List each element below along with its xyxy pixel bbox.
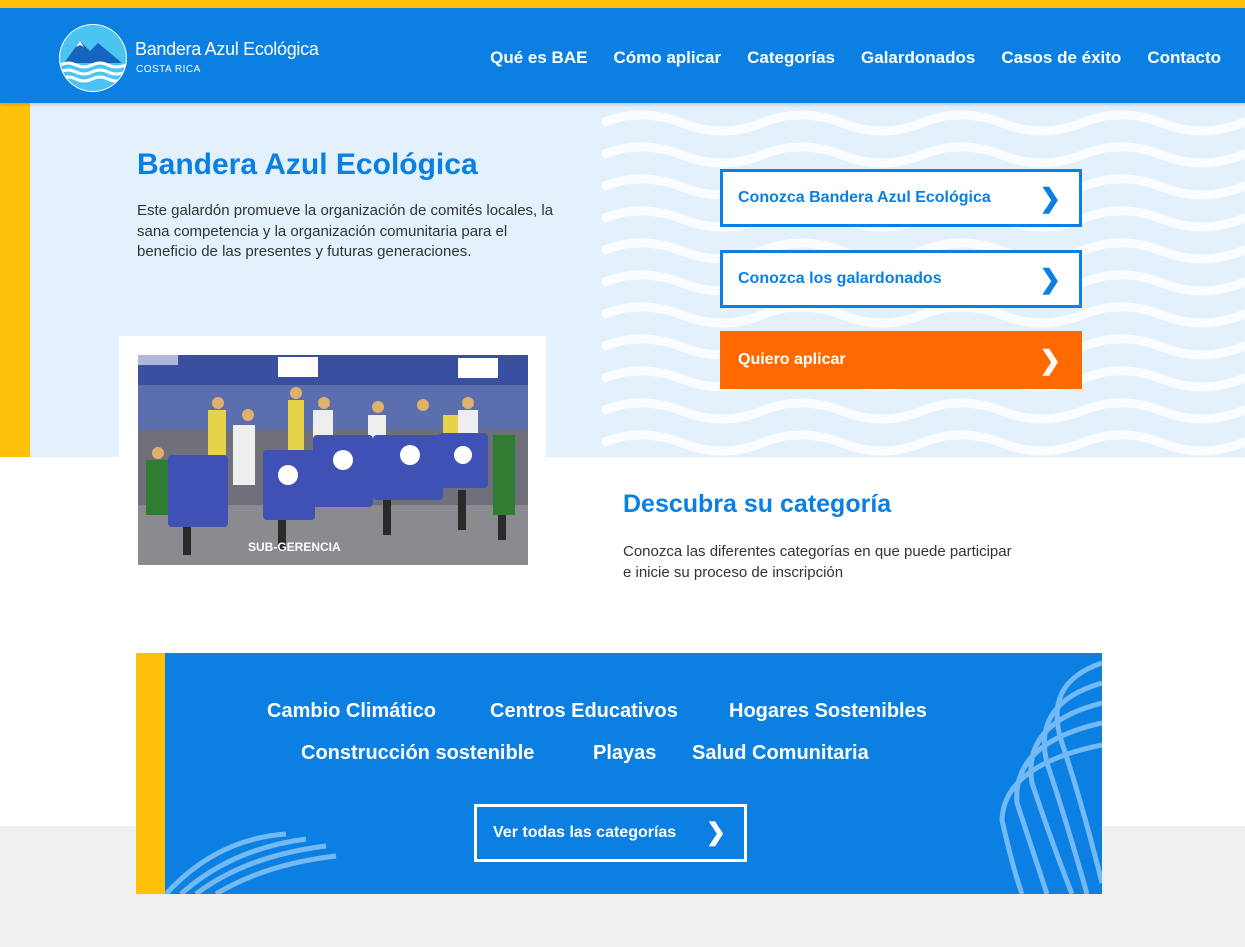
wave-mountain-logo-icon <box>59 24 127 92</box>
photo-banner-text: SUB-GERENCIA <box>248 540 341 554</box>
top-accent-stripe <box>0 0 1245 8</box>
apply-label: Quiero aplicar <box>738 351 846 368</box>
group-photo-with-flags: SUB-GERENCIA <box>138 355 528 565</box>
categories-description: Conozca las diferentes categorías en que… <box>623 543 1012 581</box>
category-salud-comunitaria[interactable]: Salud Comunitaria <box>692 742 869 765</box>
main-nav: Qué es BAE Cómo aplicar Categorías Galar… <box>464 48 1221 68</box>
categories-title: Descubra su categoría <box>623 490 892 518</box>
category-construccion-sostenible[interactable]: Construcción sostenible <box>301 742 534 765</box>
site-logo[interactable]: Bandera Azul Ecológica COSTA RICA <box>58 23 319 93</box>
brand-subtitle: COSTA RICA <box>136 64 201 75</box>
categories-panel: Cambio Climático Centros Educativos Hoga… <box>136 653 1102 894</box>
chevron-right-icon: ❯ <box>1039 264 1061 294</box>
view-awardees-label: Conozca los galardonados <box>738 270 942 287</box>
nav-item-categorias[interactable]: Categorías <box>747 48 835 68</box>
chevron-right-icon: ❯ <box>1039 183 1061 213</box>
hero-description: Este galardón promueve la organización d… <box>137 202 554 260</box>
apply-button[interactable]: Quiero aplicar ❯ <box>720 331 1082 389</box>
category-hogares-sostenibles[interactable]: Hogares Sostenibles <box>729 700 927 723</box>
category-cambio-climatico[interactable]: Cambio Climático <box>267 700 436 723</box>
brand-name: Bandera Azul Ecológica <box>135 39 319 59</box>
category-playas[interactable]: Playas <box>593 742 656 765</box>
nav-item-contacto[interactable]: Contacto <box>1147 48 1221 68</box>
hero-accent-bar <box>0 103 30 457</box>
nav-item-galardonados[interactable]: Galardonados <box>861 48 975 68</box>
category-centros-educativos[interactable]: Centros Educativos <box>490 700 678 723</box>
nav-item-casos-de-exito[interactable]: Casos de éxito <box>1001 48 1121 68</box>
nav-item-que-es-bae[interactable]: Qué es BAE <box>490 48 587 68</box>
chevron-right-icon: ❯ <box>705 819 726 846</box>
view-all-categories-label: Ver todas las categorías <box>493 824 677 841</box>
nav-item-como-aplicar[interactable]: Cómo aplicar <box>613 48 721 68</box>
view-all-categories-button[interactable]: Ver todas las categorías ❯ <box>474 804 747 862</box>
learn-bae-button[interactable]: Conozca Bandera Azul Ecológica ❯ <box>720 169 1082 227</box>
site-header: Bandera Azul Ecológica COSTA RICA Qué es… <box>0 8 1245 103</box>
hero-title: Bandera Azul Ecológica <box>137 148 478 181</box>
chevron-right-icon: ❯ <box>1039 345 1061 375</box>
learn-bae-label: Conozca Bandera Azul Ecológica <box>738 189 991 206</box>
view-awardees-button[interactable]: Conozca los galardonados ❯ <box>720 250 1082 308</box>
